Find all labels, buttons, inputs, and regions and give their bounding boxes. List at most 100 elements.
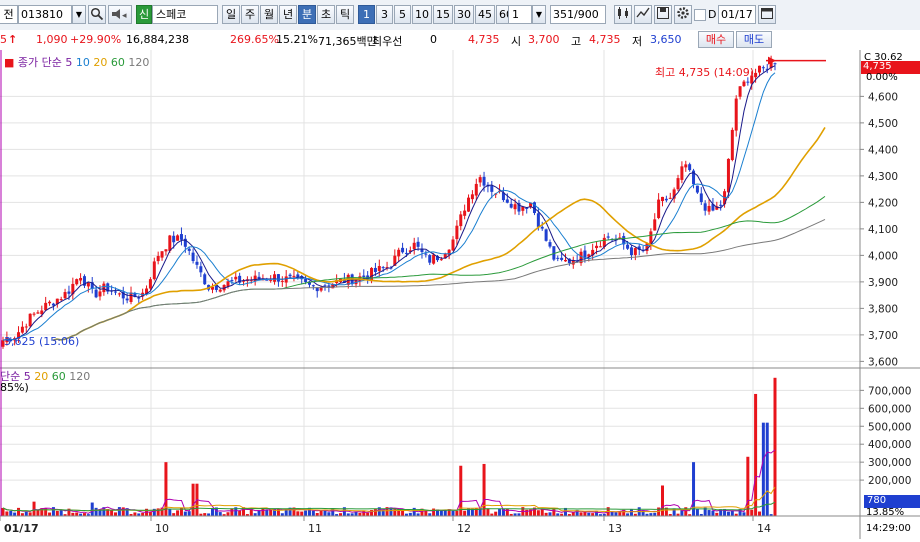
- interval-select[interactable]: 1: [508, 5, 532, 24]
- candle-body: [168, 235, 172, 251]
- candle-body: [707, 205, 711, 212]
- interval-dropdown-icon[interactable]: ▼: [532, 5, 546, 24]
- candle-body: [98, 291, 102, 297]
- volume-bar: [121, 507, 125, 516]
- count-max: /900: [574, 8, 599, 21]
- candle-body: [703, 203, 707, 211]
- candle-body: [664, 198, 668, 201]
- interval-button-1[interactable]: 1: [358, 5, 375, 24]
- volume-tick-label: 400,000: [868, 439, 911, 451]
- volume-bar: [401, 510, 405, 516]
- time-tick-label: 14: [757, 522, 771, 535]
- tab-label[interactable]: 전: [0, 5, 18, 24]
- calendar-icon[interactable]: [758, 5, 776, 24]
- candle-body: [416, 241, 420, 247]
- price-tick-label: 4,500: [868, 118, 898, 130]
- candle-body: [742, 81, 746, 87]
- legend-ma10: 10: [75, 56, 90, 69]
- price-volume-chart[interactable]: 4,600 4,500 4,400 4,300 4,200 4,100 4,000 3,900…: [0, 50, 920, 539]
- volume-bar: [183, 511, 187, 516]
- line-chart-icon[interactable]: [634, 5, 652, 24]
- period-button-2[interactable]: 월: [260, 5, 278, 24]
- price-tick-label: 4,000: [868, 250, 898, 262]
- volume-tick-label: 500,000: [868, 421, 911, 433]
- volume-bar: [311, 510, 315, 516]
- period-button-5[interactable]: 초: [317, 5, 335, 24]
- high-price: 4,735: [589, 33, 621, 46]
- date-checkbox[interactable]: [694, 9, 706, 21]
- volume-bar: [373, 509, 377, 516]
- time-tick-label: 11: [308, 522, 322, 535]
- count-field[interactable]: 351/900: [550, 5, 606, 24]
- candle-body: [172, 235, 176, 243]
- candle-body: [556, 257, 560, 259]
- interval-button-45[interactable]: 45: [475, 5, 495, 24]
- search-icon[interactable]: [88, 5, 106, 24]
- candle-type-icon[interactable]: [614, 5, 632, 24]
- candle-body: [505, 199, 509, 203]
- interval-button-3[interactable]: 3: [376, 5, 393, 24]
- save-icon[interactable]: [654, 5, 672, 24]
- stock-code-input[interactable]: 013810: [18, 5, 72, 24]
- best-bid-value: 0: [430, 33, 437, 46]
- volume-bar: [354, 511, 358, 516]
- candle-body: [36, 312, 40, 314]
- period-button-3[interactable]: 년: [279, 5, 297, 24]
- stock-code-dropdown-icon[interactable]: ▼: [72, 5, 86, 24]
- interval-button-10[interactable]: 10: [412, 5, 432, 24]
- candle-body: [362, 275, 366, 277]
- low-annotation: 3,625 (15:06): [4, 335, 80, 348]
- candle-body: [129, 292, 133, 302]
- volume-bar: [757, 511, 761, 516]
- candle-body: [48, 301, 52, 304]
- volume-bar: [754, 393, 758, 516]
- interval-button-15[interactable]: 15: [433, 5, 453, 24]
- candle-body: [176, 235, 180, 241]
- buy-button[interactable]: 매수: [698, 31, 734, 48]
- volume-bar: [525, 509, 529, 516]
- volume-bar: [191, 483, 195, 516]
- candle-body: [187, 248, 191, 251]
- volume-bar: [9, 510, 13, 516]
- volume-ratio: 269.65%: [230, 33, 279, 46]
- up-arrow-icon: ↑: [8, 33, 18, 46]
- candle-body: [564, 259, 568, 262]
- period-button-6[interactable]: 틱: [336, 5, 354, 24]
- candle-body: [548, 242, 552, 247]
- high-label: 고: [571, 35, 582, 48]
- stock-name-field[interactable]: 스페코: [152, 5, 218, 24]
- candle-body: [730, 129, 734, 160]
- vol-legend-ma120: 120: [69, 370, 91, 383]
- volume-bar: [168, 508, 172, 516]
- candle-body: [117, 293, 121, 295]
- volume-bar: [614, 512, 618, 516]
- volume-bar: [226, 512, 230, 516]
- volume-bar: [660, 485, 664, 516]
- price-legend-marker: ■: [4, 56, 15, 69]
- candle-body: [401, 247, 405, 253]
- gear-icon[interactable]: [674, 5, 692, 24]
- volume-bar: [327, 512, 331, 516]
- period-button-0[interactable]: 일: [222, 5, 240, 24]
- date-field[interactable]: 01/17: [718, 5, 756, 24]
- volume-bar: [24, 511, 28, 516]
- candle-body: [606, 236, 610, 238]
- volume-bar: [618, 512, 622, 516]
- volume-bar: [498, 508, 502, 516]
- period-button-4[interactable]: 분: [298, 5, 316, 24]
- sell-button[interactable]: 매도: [736, 31, 772, 48]
- turnover: 15.21%: [276, 33, 318, 46]
- candle-body: [455, 225, 459, 240]
- interval-button-30[interactable]: 30: [454, 5, 474, 24]
- candle-body: [688, 164, 692, 171]
- chart-area[interactable]: 4,600 4,500 4,400 4,300 4,200 4,100 4,000 3,900…: [0, 50, 920, 539]
- period-button-1[interactable]: 주: [241, 5, 259, 24]
- volume-bar: [579, 512, 583, 516]
- candle-body: [513, 204, 517, 210]
- speaker-icon[interactable]: ◂: [108, 5, 132, 24]
- candle-body: [280, 280, 284, 282]
- interval-button-5[interactable]: 5: [394, 5, 411, 24]
- volume-right-pct: 13.85%: [866, 507, 905, 518]
- volume-bar: [210, 508, 214, 516]
- volume-legend-fragment: 85%): [0, 381, 29, 394]
